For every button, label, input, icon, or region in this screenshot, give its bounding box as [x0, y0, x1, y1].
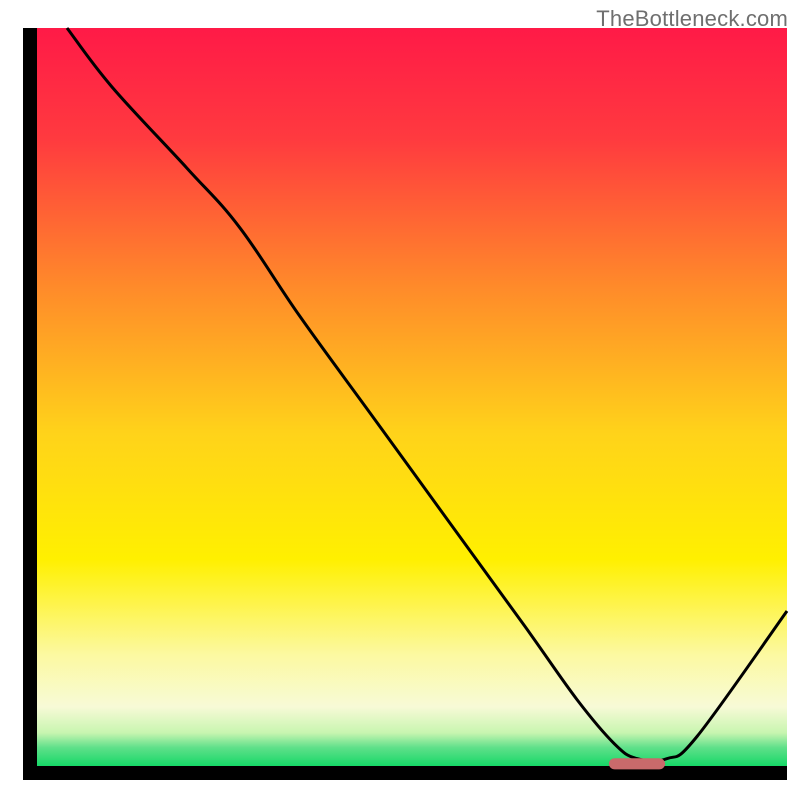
- bottleneck-chart: [0, 0, 800, 800]
- y-axis-frame: [23, 28, 37, 780]
- marker-bar: [609, 758, 665, 769]
- plot-area-background: [37, 28, 787, 766]
- x-axis-frame: [23, 766, 787, 780]
- chart-root: TheBottleneck.com: [0, 0, 800, 800]
- watermark-label: TheBottleneck.com: [596, 6, 788, 32]
